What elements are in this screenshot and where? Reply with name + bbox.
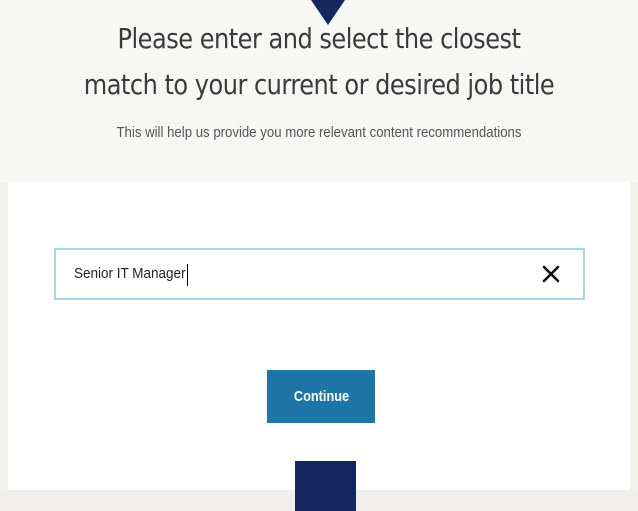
continue-button-label: Continue <box>293 388 349 405</box>
continue-button[interactable]: Continue <box>267 370 375 423</box>
clear-button[interactable] <box>537 260 565 288</box>
job-title-input[interactable] <box>74 250 461 298</box>
page: Please enter and select the closest matc… <box>0 0 638 511</box>
tutorial-pointer-arrow <box>311 0 345 25</box>
header: Please enter and select the closest matc… <box>0 0 638 182</box>
job-title-search-box[interactable] <box>54 248 585 300</box>
tutorial-pointer-block <box>295 461 356 511</box>
job-title-card <box>8 182 630 490</box>
close-icon <box>542 265 560 283</box>
page-title: Please enter and select the closest matc… <box>83 22 555 101</box>
page-subtitle: This will help us provide you more relev… <box>116 124 522 141</box>
text-cursor <box>187 264 188 286</box>
